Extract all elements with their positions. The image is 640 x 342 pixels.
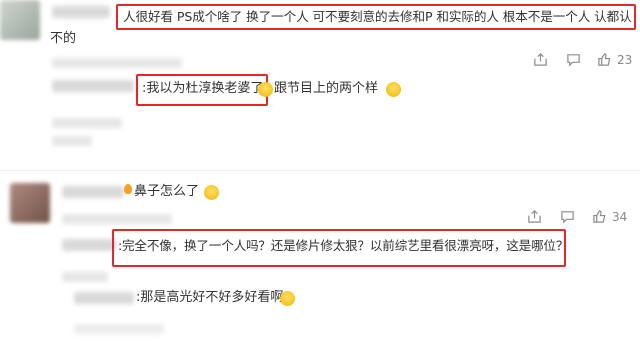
laughing-emoji-icon: [204, 185, 219, 200]
laugh-cry-emoji-icon: [258, 82, 273, 97]
comment-thread: { "comments": [ { "text_line1": "人很好看 PS…: [0, 0, 640, 342]
reply-text: :那是高光好不好多好看啊: [136, 290, 284, 305]
avatar[interactable]: [0, 0, 40, 40]
timestamp-blurred: [52, 58, 182, 68]
flame-icon: [124, 184, 132, 194]
divider: [0, 170, 640, 171]
reply-thread-blurred[interactable]: [52, 118, 122, 128]
comment-icon[interactable]: [566, 52, 581, 67]
avatar[interactable]: [10, 183, 50, 223]
reply-text: :我以为杜淳换老婆了: [142, 81, 264, 96]
reply-text-continued: 跟节目上的两个样: [274, 81, 379, 96]
comment-text-continued: 不的: [50, 31, 77, 46]
reply-username-blurred[interactable]: [52, 80, 134, 92]
thumbs-up-icon[interactable]: [592, 209, 607, 224]
comment-icon[interactable]: [560, 209, 575, 224]
reply-username-blurred[interactable]: [74, 292, 134, 304]
share-icon[interactable]: [527, 209, 542, 224]
reply-meta-blurred: [62, 272, 108, 282]
reply-meta-blurred: [74, 324, 164, 334]
reply-meta-blurred: [52, 136, 92, 146]
comment-text: 鼻子怎么了: [134, 184, 200, 199]
timestamp-blurred: [62, 214, 172, 224]
comment-text: 人很好看 PS成个啥了 换了一个人 可不要刻意的去修和P 和实际的人 根本不是一…: [123, 9, 632, 24]
like-count: 23: [617, 53, 633, 67]
laugh-cry-emoji-icon: [386, 82, 401, 97]
thumbs-up-icon[interactable]: [597, 52, 612, 67]
reply-text: :完全不像，换了一个人吗？还是修片修太狠？以前综艺里看很漂亮呀，这是哪位？: [118, 238, 569, 253]
username-blurred[interactable]: [52, 6, 110, 18]
share-icon[interactable]: [533, 52, 548, 67]
like-count: 34: [612, 210, 628, 224]
reply-username-blurred[interactable]: [62, 239, 116, 251]
username-blurred[interactable]: [62, 186, 124, 198]
grinning-emoji-icon: [280, 291, 295, 306]
